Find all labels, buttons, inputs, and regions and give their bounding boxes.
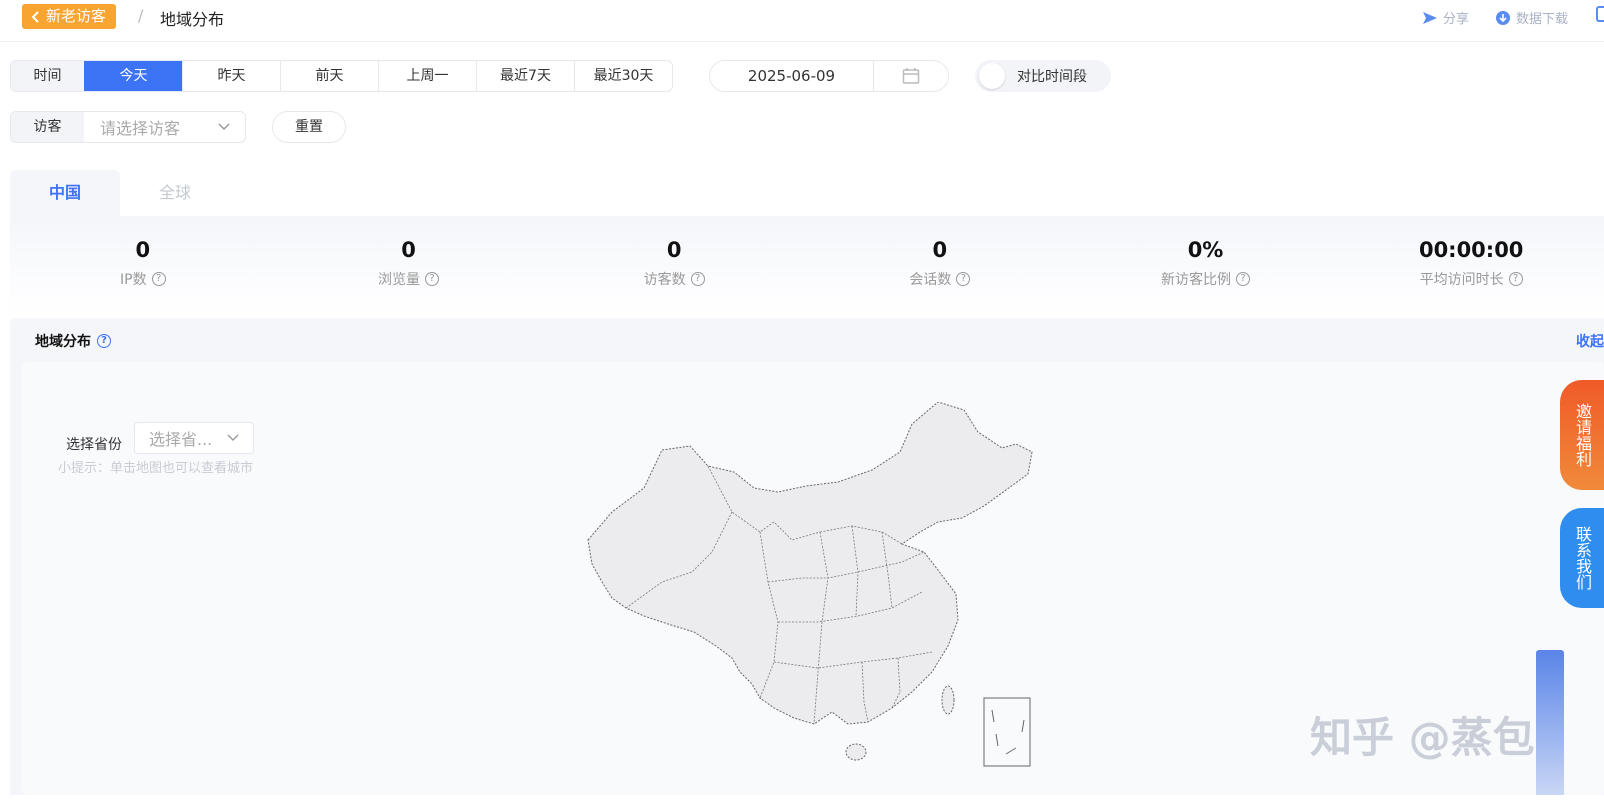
chevron-down-icon — [227, 434, 239, 441]
time-option-yesterday[interactable]: 昨天 — [182, 61, 280, 91]
time-label: 时间 — [11, 61, 84, 91]
region-tabs: 中国 全球 — [10, 170, 230, 216]
tab-global[interactable]: 全球 — [120, 170, 230, 216]
time-option-last-30-days[interactable]: 最近30天 — [574, 61, 672, 91]
help-icon[interactable]: ? — [690, 272, 705, 286]
time-option-last-7-days[interactable]: 最近7天 — [476, 61, 574, 91]
calendar-icon — [902, 68, 920, 84]
cloud-download-icon — [1495, 10, 1510, 25]
lock-icon[interactable] — [1596, 6, 1604, 22]
province-select[interactable]: 选择省... — [134, 422, 254, 454]
stat-value: 00:00:00 — [1418, 238, 1524, 262]
watermark: 知乎 @蒸包 — [1310, 713, 1535, 762]
stat-value: 0 — [135, 238, 151, 262]
section-title: 地域分布 ? — [35, 331, 111, 351]
stat-label: 浏览量 — [378, 272, 420, 288]
time-filter: 时间 今天 昨天 前天 上周一 最近7天 最近30天 — [10, 60, 673, 92]
share-label: 分享 — [1442, 12, 1469, 27]
stat-ip: 0 IP数? — [10, 216, 276, 314]
contact-float-button[interactable]: 联系我们 — [1560, 508, 1604, 608]
china-map[interactable] — [582, 402, 1062, 802]
download-button[interactable]: 数据下载 — [1495, 8, 1568, 27]
help-icon[interactable]: ? — [425, 272, 439, 286]
section-title-label: 地域分布 — [35, 334, 91, 350]
scrollbar-thumb[interactable] — [1536, 650, 1564, 795]
stat-new-visitor-ratio: 0% 新访客比例? — [1073, 216, 1339, 314]
compare-label: 对比时间段 — [1017, 69, 1087, 85]
breadcrumb-separator: / — [138, 6, 144, 25]
chevron-left-icon — [31, 10, 39, 23]
help-icon[interactable]: ? — [151, 272, 166, 286]
stat-avg-duration: 00:00:00 平均访问时长? — [1338, 216, 1604, 314]
stat-label: 新访客比例 — [1161, 272, 1232, 288]
invite-float-button[interactable]: 邀请福利 — [1560, 380, 1604, 490]
calendar-button[interactable] — [874, 67, 948, 85]
province-label: 选择省份 — [66, 437, 122, 453]
stat-value: 0 — [401, 238, 416, 262]
send-icon — [1422, 11, 1437, 24]
stat-label: 访客数 — [643, 272, 686, 288]
province-placeholder: 选择省... — [149, 430, 213, 449]
time-option-day-before[interactable]: 前天 — [280, 61, 378, 91]
download-label: 数据下载 — [1515, 12, 1568, 27]
china-map-outline[interactable] — [587, 402, 1033, 725]
stat-value: 0 — [666, 238, 682, 262]
help-icon[interactable]: ? — [956, 272, 971, 286]
stat-label: 平均访问时长 — [1419, 272, 1504, 288]
reset-button[interactable]: 重置 — [272, 111, 346, 143]
taiwan-island[interactable] — [941, 685, 955, 715]
nine-dash-line — [991, 709, 1025, 755]
stat-visitors: 0 访客数? — [541, 216, 807, 314]
help-icon[interactable]: ? — [1508, 272, 1523, 286]
page-title: 地域分布 — [160, 10, 225, 29]
visitor-select[interactable]: 请选择访客 — [84, 112, 245, 142]
toggle-knob[interactable] — [979, 63, 1005, 89]
hainan-island[interactable] — [845, 743, 867, 761]
south-china-sea-inset — [983, 697, 1031, 767]
compare-toggle[interactable]: 对比时间段 — [975, 60, 1111, 92]
share-button[interactable]: 分享 — [1422, 8, 1469, 27]
top-bar: 新老访客 / 地域分布 分享 数据下载 — [0, 0, 1604, 42]
back-button[interactable]: 新老访客 — [22, 4, 117, 29]
back-button-label: 新老访客 — [46, 7, 107, 25]
visitor-placeholder: 请选择访客 — [100, 119, 181, 138]
top-actions: 分享 数据下载 — [1422, 8, 1568, 27]
date-value[interactable]: 2025-06-09 — [710, 61, 874, 91]
time-option-today[interactable]: 今天 — [84, 61, 182, 91]
stat-label: IP数 — [120, 272, 147, 288]
stat-value: 0 — [932, 238, 948, 262]
visitor-filter: 访客 请选择访客 — [10, 111, 246, 143]
stat-value: 0% — [1187, 238, 1224, 262]
time-option-last-monday[interactable]: 上周一 — [378, 61, 476, 91]
tab-china[interactable]: 中国 — [10, 170, 120, 216]
stat-label: 会话数 — [909, 272, 952, 288]
date-picker[interactable]: 2025-06-09 — [709, 60, 949, 92]
map-hint: 小提示：单击地图也可以查看城市 — [58, 461, 254, 476]
collapse-link[interactable]: 收起 — [1576, 331, 1604, 351]
chevron-down-icon — [218, 123, 230, 131]
stats-row: 0 IP数? 0 浏览量? 0 访客数? 0 会话数? 0% 新访客比例? 00… — [10, 216, 1604, 314]
visitor-label: 访客 — [11, 112, 84, 142]
stat-pageviews: 0 浏览量? — [276, 216, 542, 314]
stat-sessions: 0 会话数? — [807, 216, 1073, 314]
help-icon[interactable]: ? — [1236, 272, 1251, 286]
help-icon[interactable]: ? — [97, 334, 111, 348]
